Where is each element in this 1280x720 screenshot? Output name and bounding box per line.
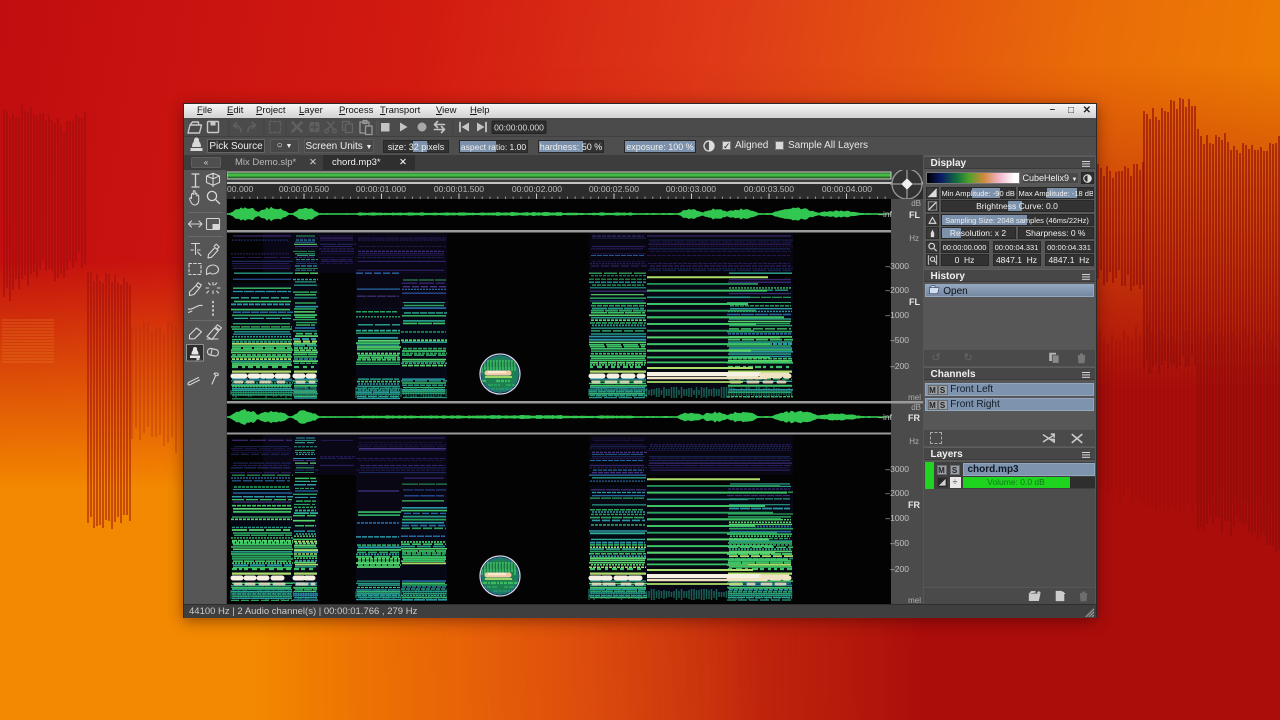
svg-text:–2000: –2000 bbox=[885, 488, 909, 498]
svg-text:FL: FL bbox=[909, 210, 920, 220]
svg-text:mel: mel bbox=[908, 393, 921, 402]
svg-text:00:00:00.500: 00:00:00.500 bbox=[278, 184, 328, 194]
svg-text:FR: FR bbox=[908, 500, 920, 510]
svg-text:–3000: –3000 bbox=[885, 261, 909, 271]
svg-text:–500: –500 bbox=[890, 335, 909, 345]
svg-text:–inf: –inf bbox=[878, 209, 892, 219]
svg-text:00:00:02.000: 00:00:02.000 bbox=[511, 184, 561, 194]
svg-text:dB: dB bbox=[911, 199, 921, 208]
svg-text:–200: –200 bbox=[890, 564, 909, 574]
svg-text:–inf: –inf bbox=[878, 412, 892, 422]
svg-text:FR: FR bbox=[908, 413, 920, 423]
svg-text:00.000: 00.000 bbox=[227, 184, 254, 194]
svg-text:00:00:00.000: 00:00:00.000 bbox=[494, 123, 544, 133]
svg-text:–1000: –1000 bbox=[885, 310, 909, 320]
svg-text:00:00:02.500: 00:00:02.500 bbox=[588, 184, 638, 194]
svg-text:–200: –200 bbox=[890, 361, 909, 371]
svg-text:Hz: Hz bbox=[909, 437, 919, 446]
svg-text:–2000: –2000 bbox=[885, 285, 909, 295]
svg-text:–3000: –3000 bbox=[885, 464, 909, 474]
svg-text:Hz: Hz bbox=[909, 234, 919, 243]
svg-text:00:00:03.000: 00:00:03.000 bbox=[665, 184, 715, 194]
svg-text:mel: mel bbox=[908, 596, 921, 604]
svg-text:00:00:04.000: 00:00:04.000 bbox=[821, 184, 871, 194]
svg-text:00:00:01.500: 00:00:01.500 bbox=[433, 184, 483, 194]
svg-text:–500: –500 bbox=[890, 538, 909, 548]
svg-text:00:00:03.500: 00:00:03.500 bbox=[743, 184, 793, 194]
svg-text:FL: FL bbox=[909, 297, 920, 307]
svg-text:00:00:01.000: 00:00:01.000 bbox=[355, 184, 405, 194]
svg-text:dB: dB bbox=[911, 403, 921, 412]
svg-text:–1000: –1000 bbox=[885, 513, 909, 523]
